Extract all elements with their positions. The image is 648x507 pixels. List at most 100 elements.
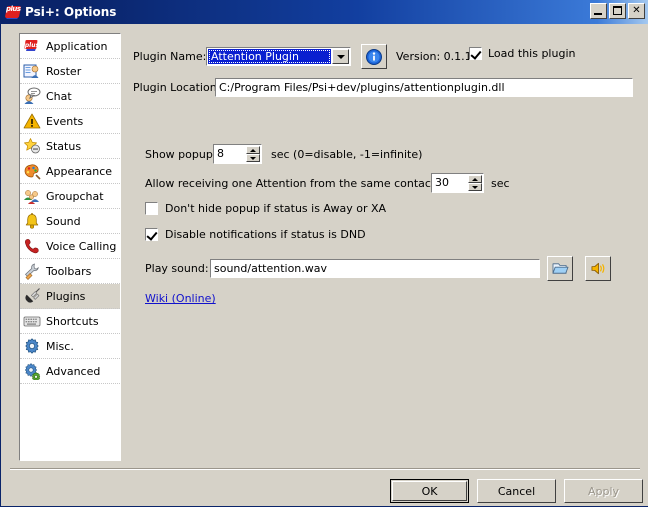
window-title: Psi+: Options [25,5,116,19]
preview-sound-button[interactable] [585,256,611,281]
version-label: Version: 0.1.1 [396,50,472,63]
play-sound-label-row: Play sound: [145,262,209,275]
psi-plus-icon: plus [5,4,21,20]
chevron-down-icon[interactable] [332,49,349,64]
show-popup-suffix-row: sec (0=disable, -1=infinite) [271,148,422,161]
allow-attention-suffix: sec [491,177,510,190]
load-plugin-checkbox-row[interactable]: Load this plugin [469,47,575,60]
sidebar-item-label: Voice Calling [46,240,116,253]
window-controls: ✕ [590,3,645,19]
disable-notifications-checkbox[interactable] [145,228,158,241]
plugin-name-combobox[interactable]: Attention Plugin [206,47,351,66]
folder-open-icon [552,261,569,276]
star-status-icon [23,137,41,155]
sidebar-item-label: Groupchat [46,190,104,203]
sidebar-item-sound[interactable]: Sound [20,209,120,234]
sidebar-item-events[interactable]: Events [20,109,120,134]
sidebar-item-label: Roster [46,65,81,78]
plugin-location-label: Plugin Location: [133,81,220,94]
stepper-down-icon[interactable] [246,154,260,162]
apply-button[interactable]: Apply [564,479,643,503]
group-people-icon [23,187,41,205]
show-popup-stepper[interactable] [246,146,260,162]
sidebar-item-application[interactable]: plus Application [20,34,120,59]
sidebar-item-label: Status [46,140,81,153]
allow-attention-value: 30 [432,174,468,192]
gear-cogs-icon [23,362,41,380]
dont-hide-popup-checkbox[interactable] [145,202,158,215]
load-plugin-checkbox[interactable] [469,47,482,60]
dialog-client-area: plus Application Roster [2,24,648,506]
sidebar-item-roster[interactable]: Roster [20,59,120,84]
plugin-location-input[interactable]: C:/Program Files/Psi+dev/plugins/attenti… [215,78,633,97]
plugins-settings-pane: Plugin Name: Attention Plugin Version: 0… [133,33,633,461]
sidebar-item-voice-calling[interactable]: Voice Calling [20,234,120,259]
phone-handset-icon [23,237,41,255]
plugin-location-row: Plugin Location: [133,81,220,94]
allow-attention-stepper[interactable] [468,175,482,191]
options-category-list[interactable]: plus Application Roster [19,33,121,461]
speaker-icon [590,261,607,276]
browse-sound-button[interactable] [547,256,573,281]
show-popup-suffix: sec (0=disable, -1=infinite) [271,148,422,161]
sidebar-item-status[interactable]: Status [20,134,120,159]
close-button[interactable]: ✕ [628,3,645,19]
maximize-button[interactable] [609,3,626,19]
wiki-online-link[interactable]: Wiki (Online) [145,292,216,305]
minimize-button[interactable] [590,3,607,19]
dont-hide-popup-label: Don't hide popup if status is Away or XA [165,202,386,215]
svg-text:plus: plus [24,42,40,49]
wiki-link-row[interactable]: Wiki (Online) [145,292,216,305]
dont-hide-popup-row[interactable]: Don't hide popup if status is Away or XA [145,202,386,215]
allow-attention-suffix-row: sec [491,177,510,190]
play-sound-input[interactable]: sound/attention.wav [210,259,540,278]
title-bar[interactable]: plus Psi+: Options ✕ [1,0,648,24]
sidebar-item-label: Appearance [46,165,112,178]
plugin-version: Version: 0.1.1 [396,50,472,63]
apply-button-label: Apply [588,485,619,498]
play-sound-label: Play sound: [145,262,209,275]
allow-attention-label: Allow receiving one Attention from the s… [145,177,470,190]
sidebar-item-appearance[interactable]: Appearance [20,159,120,184]
load-plugin-label: Load this plugin [488,47,575,60]
keyboard-icon [23,312,41,330]
ok-button[interactable]: OK [390,479,469,503]
show-popup-value: 8 [214,145,246,163]
sidebar-item-advanced[interactable]: Advanced [20,359,120,384]
show-popup-spinbox[interactable]: 8 [213,144,262,164]
sidebar-item-plugins[interactable]: Plugins [20,284,120,309]
gear-icon [23,337,41,355]
ok-button-label: OK [422,485,438,498]
stepper-up-icon[interactable] [246,146,260,154]
sidebar-item-label: Advanced [46,365,100,378]
sidebar-item-misc[interactable]: Misc. [20,334,120,359]
wrench-hammer-icon [23,262,41,280]
minimize-icon [594,13,602,15]
sidebar-item-label: Sound [46,215,81,228]
stepper-down-icon[interactable] [468,183,482,191]
sidebar-item-label: Shortcuts [46,315,99,328]
sidebar-item-groupchat[interactable]: Groupchat [20,184,120,209]
sidebar-item-shortcuts[interactable]: Shortcuts [20,309,120,334]
stepper-up-icon[interactable] [468,175,482,183]
chat-bubble-icon [23,87,41,105]
disable-notifications-row[interactable]: Disable notifications if status is DND [145,228,366,241]
warning-triangle-icon [23,112,41,130]
sidebar-item-label: Chat [46,90,72,103]
allow-attention-spinbox[interactable]: 30 [431,173,484,193]
close-icon: ✕ [629,4,644,18]
plugin-name-row: Plugin Name: [133,50,206,63]
power-plug-icon [23,287,41,305]
sidebar-item-label: Plugins [46,290,85,303]
show-popup-label-row: Show popup [145,148,213,161]
plugin-name-selected-value: Attention Plugin [208,49,331,64]
sidebar-item-label: Toolbars [46,265,91,278]
sidebar-item-toolbars[interactable]: Toolbars [20,259,120,284]
plugin-info-button[interactable] [361,44,387,69]
cancel-button[interactable]: Cancel [477,479,556,503]
plugin-name-label: Plugin Name: [133,50,206,63]
sidebar-item-chat[interactable]: Chat [20,84,120,109]
bell-icon [23,212,41,230]
dialog-buttons: OK Cancel Apply [390,479,643,503]
cancel-button-label: Cancel [498,485,535,498]
